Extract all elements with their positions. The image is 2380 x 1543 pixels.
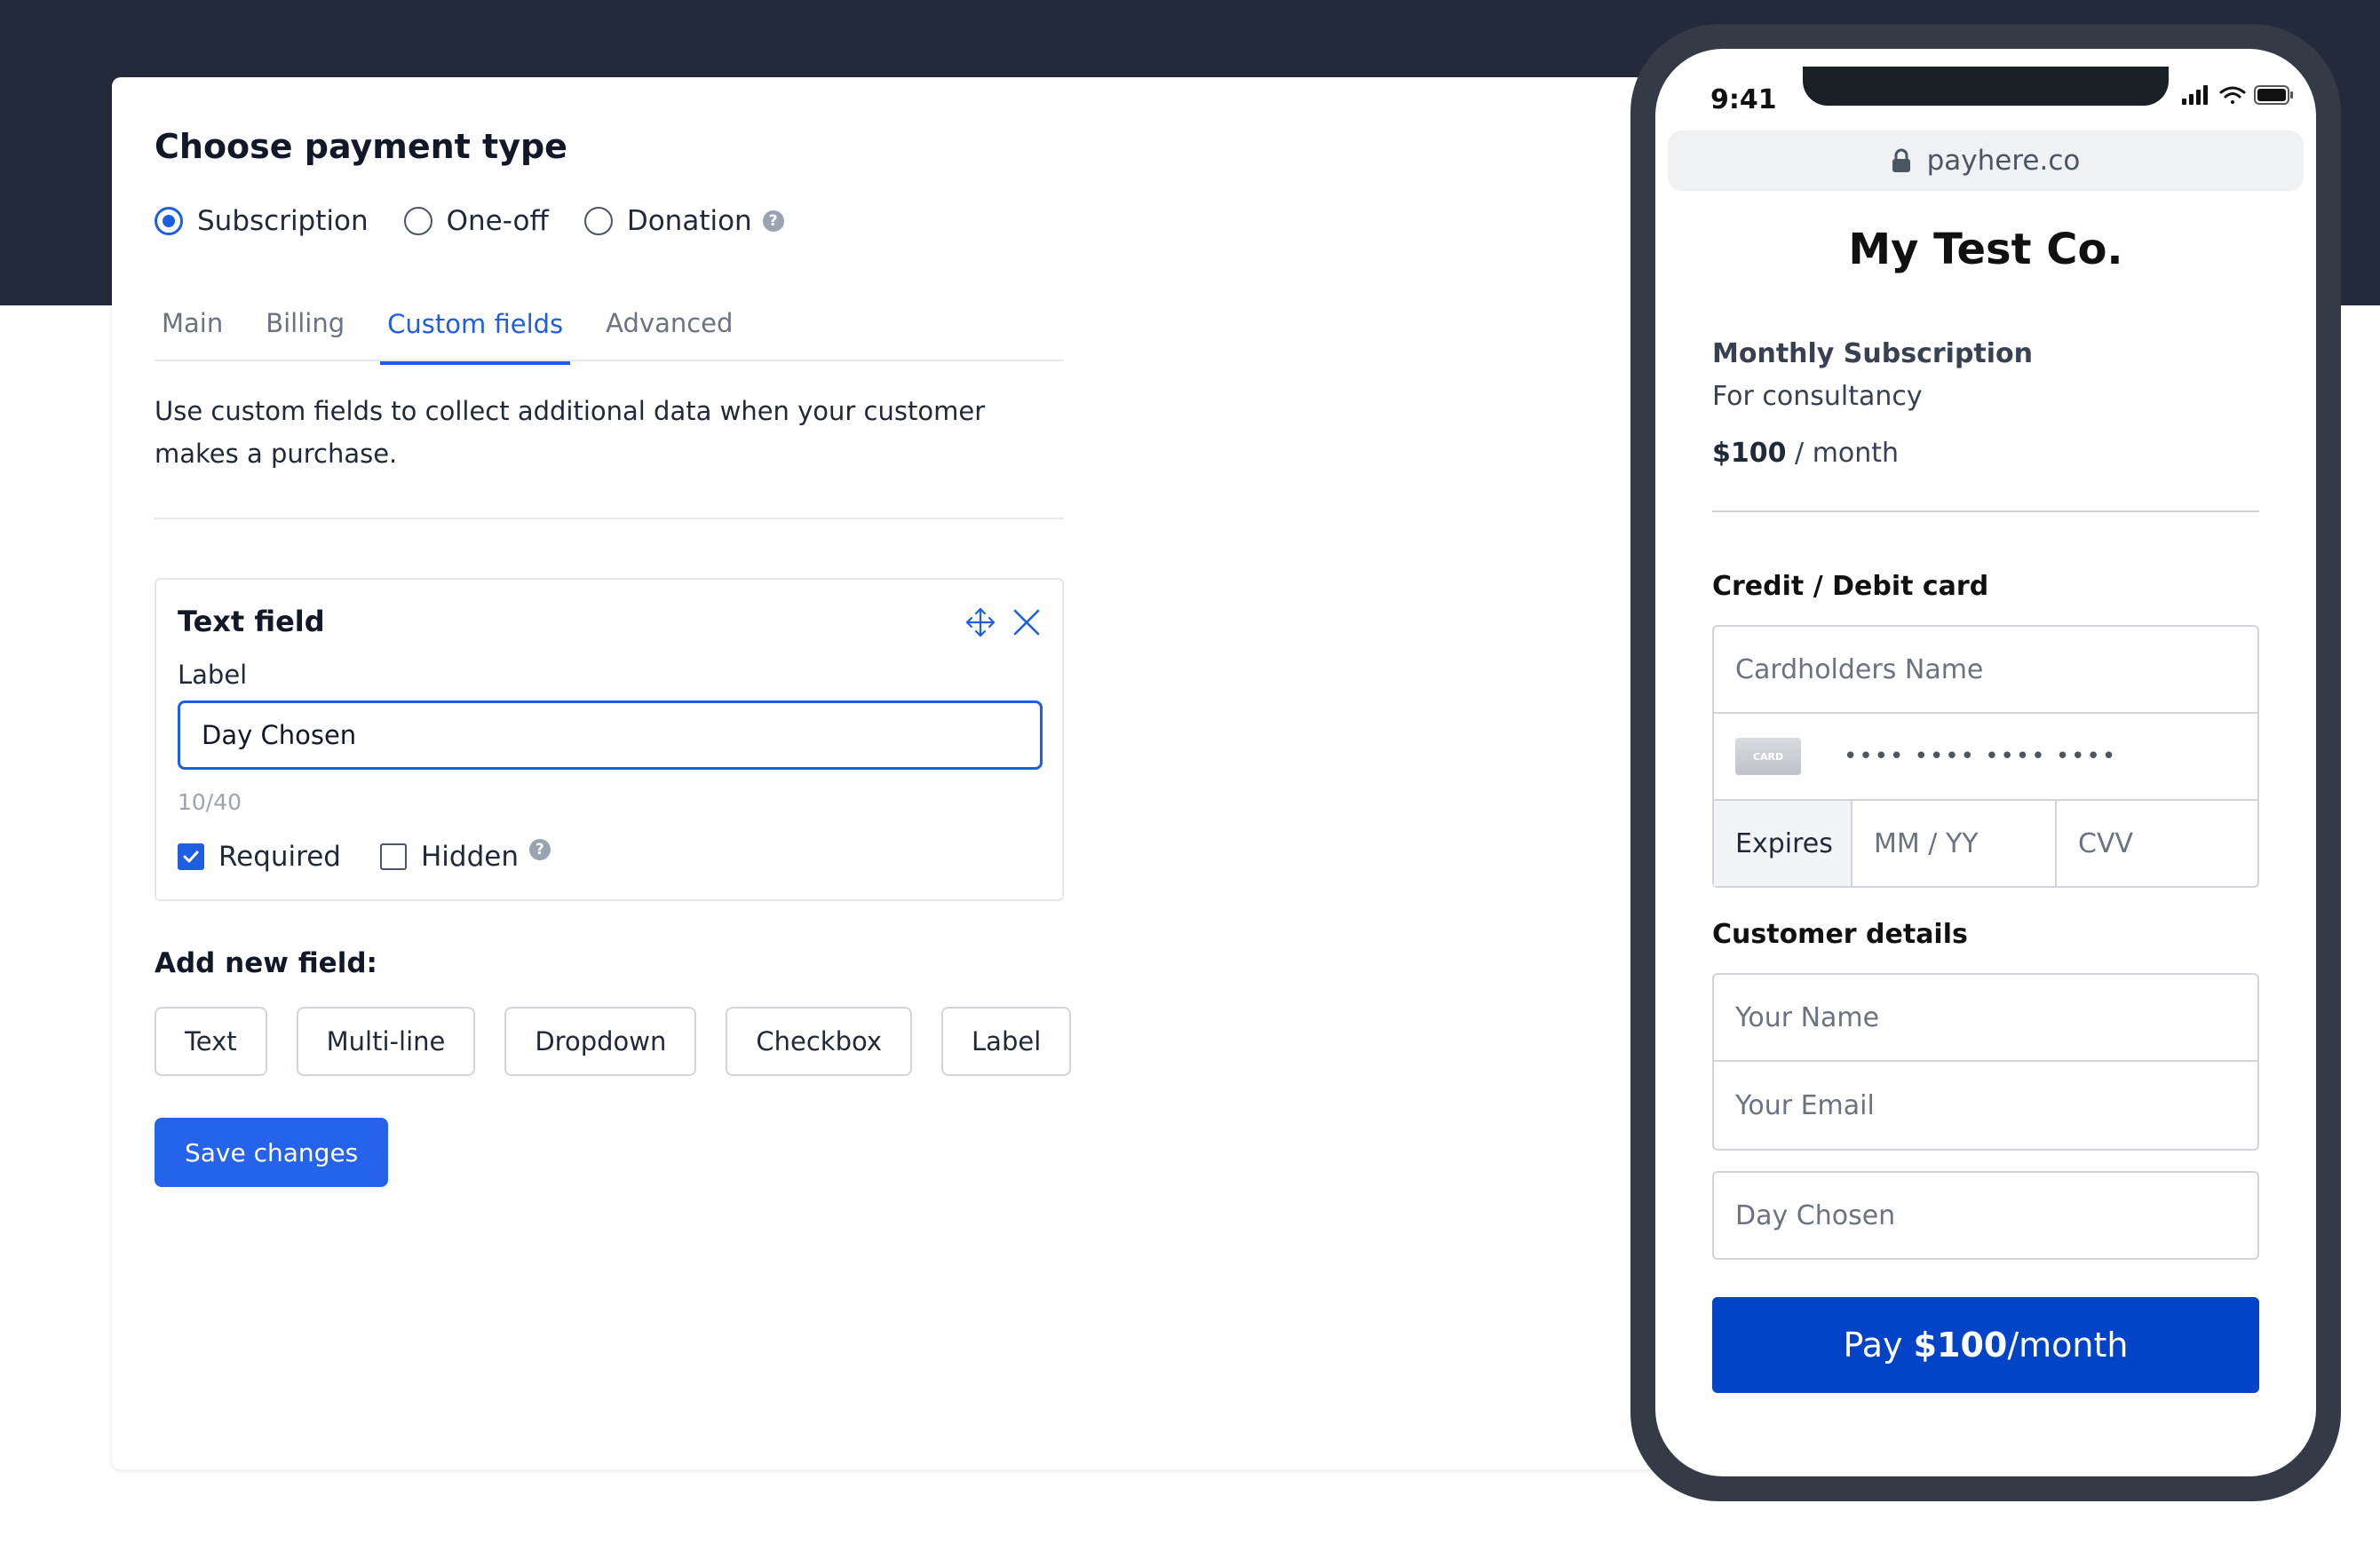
radio-donation[interactable]: Donation ? xyxy=(583,205,784,237)
hidden-help-icon[interactable]: ? xyxy=(528,839,551,860)
radio-donation-indicator[interactable] xyxy=(583,207,613,235)
product-description: For consultancy xyxy=(1712,381,1923,412)
day-chosen-field[interactable]: Day Chosen xyxy=(1714,1173,2257,1258)
price-amount: $100 xyxy=(1712,438,1787,469)
add-label-button[interactable]: Label xyxy=(941,1007,1072,1076)
custom-fields-intro: Use custom fields to collect additional … xyxy=(155,396,986,469)
expires-label: Expires xyxy=(1714,801,1852,886)
cardholder-name-field[interactable]: Cardholders Name xyxy=(1714,627,2257,714)
day-chosen-placeholder: Day Chosen xyxy=(1735,1199,1896,1231)
tab-billing[interactable]: Billing xyxy=(258,283,352,363)
your-email-field[interactable]: Your Email xyxy=(1714,1062,2257,1149)
pay-amount: $100 xyxy=(1913,1325,2008,1365)
your-name-field[interactable]: Your Name xyxy=(1714,975,2257,1062)
hidden-checkbox-box[interactable] xyxy=(379,843,407,870)
hidden-checkbox[interactable]: Hidden ? xyxy=(379,839,551,873)
your-name-placeholder: Your Name xyxy=(1735,1001,1880,1033)
close-icon[interactable] xyxy=(1011,606,1043,638)
char-count: 10/40 xyxy=(178,789,242,815)
required-checkbox-box[interactable] xyxy=(178,843,204,870)
url-bar[interactable]: payhere.co xyxy=(1668,131,2304,191)
text-field-editor: Text field Label 10/40 Required Hidden ? xyxy=(155,578,1064,901)
label-caption: Label xyxy=(178,660,248,690)
pay-suffix: /month xyxy=(2007,1325,2129,1365)
cvv-field[interactable]: CVV xyxy=(2057,801,2257,886)
add-field-title: Add new field: xyxy=(155,947,377,979)
battery-icon xyxy=(2254,85,2293,105)
settings-tabs: Main Billing Custom fields Advanced xyxy=(155,281,1064,365)
signal-icon xyxy=(2182,85,2208,105)
radio-subscription[interactable]: Subscription xyxy=(155,205,369,237)
pay-button[interactable]: Pay $100/month xyxy=(1712,1297,2259,1393)
preview-divider xyxy=(1712,510,2259,512)
donation-help-icon[interactable]: ? xyxy=(762,210,784,232)
phone-screen: 9:41 payhere.co My Test Co. Monthly Subs… xyxy=(1655,49,2316,1476)
wifi-icon xyxy=(2219,86,2246,104)
status-icons xyxy=(2181,84,2295,106)
card-icon: CARD xyxy=(1735,738,1801,775)
add-text-button[interactable]: Text xyxy=(155,1007,267,1076)
editor-card: Choose payment type Subscription One-off… xyxy=(112,24,2341,1501)
add-field-buttons: Text Multi-line Dropdown Checkbox Label xyxy=(155,1007,1072,1076)
card-number-field[interactable]: CARD •••• •••• •••• •••• xyxy=(1714,714,2257,801)
price-period: / month xyxy=(1795,438,1900,469)
radio-subscription-indicator[interactable] xyxy=(155,207,183,235)
customer-section-title: Customer details xyxy=(1712,919,1968,950)
expiry-field[interactable]: MM / YY xyxy=(1852,801,2057,886)
card-section-title: Credit / Debit card xyxy=(1712,571,1989,602)
tab-advanced[interactable]: Advanced xyxy=(599,283,740,363)
customer-fields: Your Name Your Email xyxy=(1712,973,2259,1151)
hidden-label: Hidden xyxy=(420,841,519,873)
tab-main[interactable]: Main xyxy=(155,283,230,363)
product-name: Monthly Subscription xyxy=(1712,338,2034,369)
shop-name: My Test Co. xyxy=(1848,225,2123,274)
move-icon[interactable] xyxy=(964,606,996,638)
phone-notch xyxy=(1803,67,2169,106)
custom-field-preview: Day Chosen xyxy=(1712,1171,2259,1260)
your-email-placeholder: Your Email xyxy=(1735,1089,1875,1121)
url-text: payhere.co xyxy=(1926,145,2081,177)
add-multiline-button[interactable]: Multi-line xyxy=(296,1007,476,1076)
add-dropdown-button[interactable]: Dropdown xyxy=(504,1007,697,1076)
status-time: 9:41 xyxy=(1710,84,1777,115)
field-options: Required Hidden ? xyxy=(178,839,590,873)
radio-one-off-indicator[interactable] xyxy=(403,207,432,235)
radio-donation-label: Donation xyxy=(626,205,752,237)
tab-custom-fields[interactable]: Custom fields xyxy=(380,283,571,365)
expiry-row: Expires MM / YY CVV xyxy=(1714,801,2257,886)
checkmark-icon xyxy=(183,851,199,863)
phone-preview: 9:41 payhere.co My Test Co. Monthly Subs… xyxy=(1630,24,2341,1501)
cardholder-name-placeholder: Cardholders Name xyxy=(1735,653,1984,685)
card-fields: Cardholders Name CARD •••• •••• •••• •••… xyxy=(1712,625,2259,888)
radio-one-off-label: One-off xyxy=(446,205,549,237)
radio-one-off[interactable]: One-off xyxy=(403,205,549,237)
product-price: $100 / month xyxy=(1712,438,1899,469)
payment-type-title: Choose payment type xyxy=(155,127,567,166)
radio-subscription-label: Subscription xyxy=(197,205,369,237)
required-label: Required xyxy=(218,841,341,873)
add-checkbox-button[interactable]: Checkbox xyxy=(726,1007,913,1076)
pay-prefix: Pay xyxy=(1843,1325,1914,1365)
lock-icon xyxy=(1892,148,1910,172)
card-number-placeholder: •••• •••• •••• •••• xyxy=(1844,743,2118,770)
save-changes-button[interactable]: Save changes xyxy=(155,1118,389,1187)
section-divider xyxy=(155,518,1064,519)
text-field-title: Text field xyxy=(178,605,325,638)
required-checkbox[interactable]: Required xyxy=(178,841,341,873)
label-input[interactable] xyxy=(178,700,1043,770)
payment-type-options: Subscription One-off Donation ? xyxy=(155,200,820,242)
